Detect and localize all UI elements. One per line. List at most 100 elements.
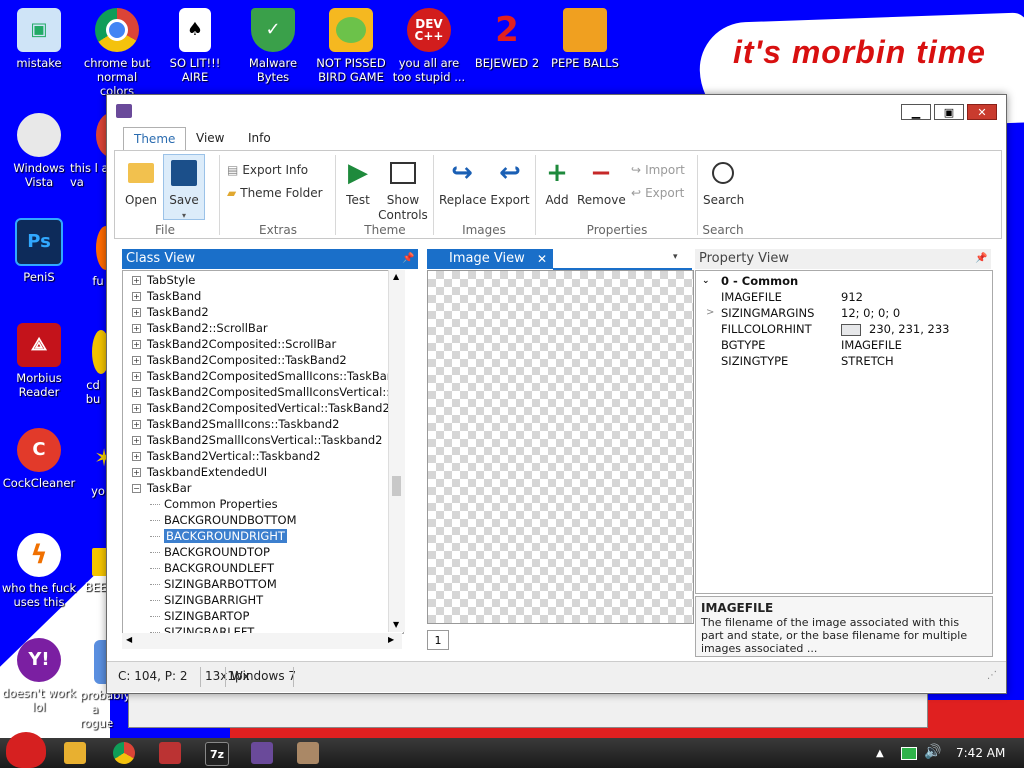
save-button[interactable]: Save ▾ bbox=[163, 157, 205, 223]
test-button[interactable]: ▶ Test bbox=[341, 157, 375, 208]
tree-item[interactable]: + TaskBand bbox=[132, 288, 201, 304]
expand-icon[interactable]: + bbox=[132, 324, 141, 333]
tree-item[interactable]: BACKGROUNDLEFT bbox=[150, 560, 274, 576]
pin-icon[interactable]: 📌 bbox=[975, 249, 987, 269]
theme-editor-taskbar-icon[interactable] bbox=[251, 742, 273, 764]
expand-icon[interactable]: + bbox=[132, 292, 141, 301]
scroll-left-icon[interactable]: ◀ bbox=[126, 635, 132, 644]
desktop-icon-yahoo[interactable]: Y! doesn't work lol bbox=[0, 638, 78, 714]
expand-icon[interactable]: > bbox=[706, 305, 714, 321]
property-row[interactable]: SIZINGTYPE STRETCH bbox=[696, 353, 992, 369]
expand-icon[interactable]: + bbox=[132, 404, 141, 413]
scroll-right-icon[interactable]: ▶ bbox=[388, 635, 394, 644]
property-group[interactable]: ⌄ 0 - Common bbox=[696, 273, 992, 289]
theme-folder-button[interactable]: ▰ Theme Folder bbox=[227, 186, 323, 200]
add-button[interactable]: + Add bbox=[541, 157, 573, 208]
image-page-button[interactable]: 1 bbox=[427, 630, 449, 650]
close-button[interactable]: ✕ bbox=[967, 104, 997, 120]
scroll-down-icon[interactable]: ▼ bbox=[393, 620, 399, 629]
tree-item[interactable]: − TaskBar bbox=[132, 480, 191, 496]
maximize-button[interactable]: ▣ bbox=[934, 104, 964, 120]
tree-item[interactable]: BACKGROUNDRIGHT bbox=[150, 528, 287, 544]
app-taskbar-icon[interactable] bbox=[159, 742, 181, 764]
scroll-thumb[interactable] bbox=[392, 476, 401, 496]
property-row[interactable]: BGTYPE IMAGEFILE bbox=[696, 337, 992, 353]
desktop-icon-bird-game[interactable]: NOT PISSED BIRD GAME bbox=[312, 8, 390, 84]
tree-item[interactable]: + TaskBand2SmallIconsVertical::Taskband2 bbox=[132, 432, 383, 448]
show-controls-button[interactable]: Show Controls bbox=[377, 157, 429, 223]
export-info-button[interactable]: ▤ Export Info bbox=[227, 163, 308, 177]
tree-item[interactable]: Common Properties bbox=[150, 496, 278, 512]
desktop-icon-partial-3[interactable]: cd bu bbox=[78, 330, 110, 406]
expand-icon[interactable]: + bbox=[132, 340, 141, 349]
resize-grip-icon[interactable]: ⋰ bbox=[987, 670, 997, 681]
tree-item[interactable]: + TaskBand2Composited::ScrollBar bbox=[132, 336, 336, 352]
expand-icon[interactable]: + bbox=[132, 308, 141, 317]
tree-item[interactable]: + TaskBand2CompositedSmallIcons::TaskBand… bbox=[132, 368, 403, 384]
desktop-icon-malwarebytes[interactable]: ✓ Malware Bytes bbox=[234, 8, 312, 84]
scroll-up-icon[interactable]: ▲ bbox=[393, 272, 399, 281]
tree-item[interactable]: + TaskBand2::ScrollBar bbox=[132, 320, 268, 336]
tray-arrow-icon[interactable]: ▲ bbox=[876, 748, 884, 759]
expand-icon[interactable]: + bbox=[132, 372, 141, 381]
collapse-icon[interactable]: ⌄ bbox=[702, 273, 710, 289]
export-property-button[interactable]: ↩ Export bbox=[631, 186, 684, 200]
tab-view[interactable]: View bbox=[196, 127, 224, 149]
tree-item[interactable]: SIZINGBARBOTTOM bbox=[150, 576, 277, 592]
expand-icon[interactable]: + bbox=[132, 436, 141, 445]
property-value[interactable]: 230, 231, 233 bbox=[841, 321, 949, 337]
open-button[interactable]: Open bbox=[121, 157, 161, 208]
image-canvas[interactable] bbox=[427, 270, 694, 624]
pin-icon[interactable]: 📌 bbox=[402, 249, 414, 269]
expand-icon[interactable]: + bbox=[132, 468, 141, 477]
collapse-icon[interactable]: − bbox=[132, 484, 141, 493]
desktop-icon-solitaire[interactable]: ♠ SO LIT!!! AIRE bbox=[156, 8, 234, 84]
tree-item[interactable]: + TaskBand2 bbox=[132, 304, 209, 320]
property-row[interactable]: FILLCOLORHINT 230, 231, 233 bbox=[696, 321, 992, 337]
tree-item[interactable]: + TaskBand2SmallIcons::Taskband2 bbox=[132, 416, 339, 432]
property-row[interactable]: > SIZINGMARGINS 12; 0; 0; 0 bbox=[696, 305, 992, 321]
close-tab-icon[interactable]: ✕ bbox=[537, 249, 547, 269]
property-row[interactable]: IMAGEFILE 912 bbox=[696, 289, 992, 305]
desktop-icon-mistake[interactable]: ▣ mistake bbox=[0, 8, 78, 70]
expand-icon[interactable]: + bbox=[132, 388, 141, 397]
image-view-tab[interactable]: Image View ✕ bbox=[427, 249, 553, 269]
replace-button[interactable]: ↪ Replace bbox=[439, 157, 486, 208]
tree-item[interactable]: + TaskBand2Composited::TaskBand2 bbox=[132, 352, 347, 368]
tab-info[interactable]: Info bbox=[248, 127, 271, 149]
desktop-icon-chrome[interactable]: chrome but normal colors bbox=[78, 8, 156, 98]
desktop-icon-vista[interactable]: Windows Vista bbox=[0, 113, 78, 189]
start-button[interactable] bbox=[6, 732, 46, 768]
tree-item[interactable]: SIZINGBARTOP bbox=[150, 608, 249, 624]
desktop-icon-devcpp[interactable]: DEV C++ you all are too stupid ... bbox=[390, 8, 468, 84]
tree-item[interactable]: BACKGROUNDTOP bbox=[150, 544, 270, 560]
tree-item[interactable]: SIZINGBARRIGHT bbox=[150, 592, 263, 608]
desktop-icon-winamp[interactable]: ϟ who the fuck uses this bbox=[0, 533, 78, 609]
expand-icon[interactable]: + bbox=[132, 420, 141, 429]
expand-icon[interactable]: + bbox=[132, 356, 141, 365]
property-value[interactable]: 12; 0; 0; 0 bbox=[841, 305, 900, 321]
desktop-icon-partial-5[interactable]: BEE bbox=[84, 548, 108, 594]
tree-item[interactable]: + TaskBand2CompositedSmallIconsVertical::… bbox=[132, 384, 403, 400]
dropdown-icon[interactable]: ▾ bbox=[673, 252, 678, 262]
tab-theme[interactable]: Theme bbox=[123, 127, 187, 150]
expand-icon[interactable]: + bbox=[132, 452, 141, 461]
desktop-icon-ccleaner[interactable]: C CockCleaner bbox=[0, 428, 78, 490]
property-value[interactable]: STRETCH bbox=[841, 353, 894, 369]
import-button[interactable]: ↪ Import bbox=[631, 163, 685, 177]
clock[interactable]: 7:42 AM bbox=[956, 746, 1005, 760]
property-value[interactable]: 912 bbox=[841, 289, 863, 305]
search-button[interactable]: Search bbox=[703, 157, 744, 208]
network-icon[interactable] bbox=[901, 747, 917, 760]
chrome-taskbar-icon[interactable] bbox=[113, 742, 135, 764]
explorer-taskbar-icon[interactable] bbox=[64, 742, 86, 764]
desktop-icon-bejewed[interactable]: 2 BEJEWED 2 bbox=[468, 8, 546, 70]
tree-item[interactable]: + TaskbandExtendedUI bbox=[132, 464, 267, 480]
export-image-button[interactable]: ↩ Export bbox=[489, 157, 531, 208]
tree-item[interactable]: + TaskBand2CompositedVertical::TaskBand2 bbox=[132, 400, 390, 416]
volume-icon[interactable]: 🔊 bbox=[924, 744, 941, 760]
tree-vertical-scrollbar[interactable]: ▲ ▼ bbox=[388, 270, 405, 632]
title-bar[interactable]: ▁ ▣ ✕ bbox=[107, 95, 1006, 125]
desktop-icon-reader[interactable]: ⟁ Morbius Reader bbox=[0, 323, 78, 399]
misc-taskbar-icon[interactable] bbox=[297, 742, 319, 764]
